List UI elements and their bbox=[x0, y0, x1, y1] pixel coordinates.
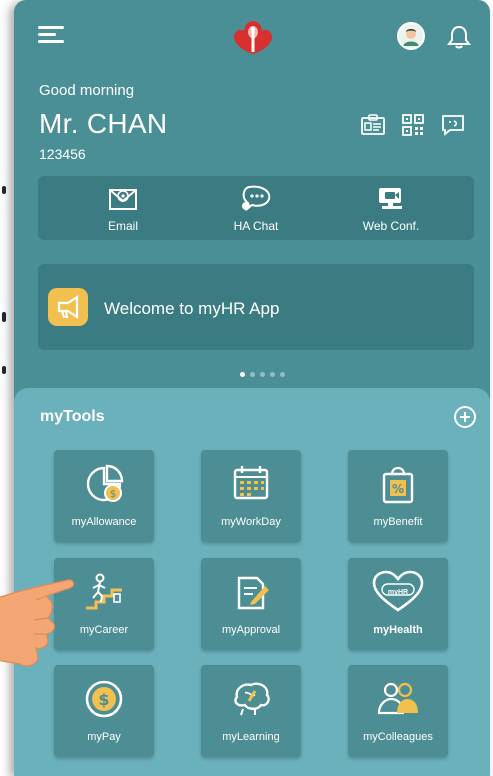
top-bar bbox=[14, 0, 490, 70]
greeting-text: Good morning bbox=[39, 82, 135, 99]
benefit-bag-icon: % bbox=[382, 466, 414, 504]
qr-code-icon[interactable] bbox=[400, 114, 426, 136]
tool-label: myPay bbox=[87, 731, 121, 743]
svg-text:$: $ bbox=[110, 489, 116, 500]
tool-tile-health[interactable]: myHR myHealth bbox=[348, 558, 448, 650]
tool-label: myHealth bbox=[373, 624, 423, 636]
tool-tile-workday[interactable]: myWorkDay bbox=[201, 450, 301, 542]
carousel-dot[interactable] bbox=[270, 372, 275, 377]
feedback-chat-icon[interactable] bbox=[440, 114, 466, 136]
email-button[interactable]: Email bbox=[68, 176, 178, 240]
carousel-dots[interactable] bbox=[240, 364, 290, 377]
tool-label: myApproval bbox=[221, 624, 281, 636]
banner-text: Welcome to myHR App bbox=[104, 299, 280, 318]
mail-icon bbox=[109, 189, 137, 210]
tool-label: myColleagues bbox=[363, 731, 433, 743]
megaphone-icon bbox=[48, 288, 88, 326]
carousel-dot[interactable] bbox=[240, 372, 245, 377]
id-card-icon[interactable] bbox=[360, 114, 386, 136]
health-heart-text: myHR bbox=[387, 589, 409, 596]
hospital-authority-logo bbox=[234, 21, 272, 54]
tool-tile-allowance[interactable]: $ myAllowance bbox=[54, 450, 154, 542]
colleagues-icon bbox=[377, 682, 418, 715]
calendar-icon bbox=[233, 466, 269, 500]
approval-doc-icon bbox=[237, 576, 269, 610]
pay-coin-icon: $ bbox=[85, 680, 123, 718]
background-page-fragment bbox=[2, 186, 6, 194]
tool-tile-benefit[interactable]: % myBenefit bbox=[348, 450, 448, 542]
bell-icon[interactable] bbox=[446, 24, 472, 50]
tool-label: myLearning bbox=[222, 731, 280, 743]
allowance-icon: $ bbox=[86, 464, 124, 502]
tool-label: myBenefit bbox=[373, 516, 423, 528]
background-page-fragment bbox=[2, 312, 6, 322]
email-label: Email bbox=[107, 219, 138, 233]
add-tool-icon[interactable] bbox=[454, 406, 476, 428]
tool-label: myWorkDay bbox=[221, 516, 281, 528]
quick-actions-bar: Email HA Chat Web Conf. bbox=[38, 176, 474, 240]
carousel-dot[interactable] bbox=[260, 372, 265, 377]
ha-chat-button[interactable]: HA Chat bbox=[201, 176, 311, 240]
tool-tile-pay[interactable]: $ myPay bbox=[54, 665, 154, 757]
background-page-fragment bbox=[2, 366, 6, 374]
menu-icon[interactable] bbox=[38, 26, 64, 44]
career-stairs-icon bbox=[86, 573, 122, 610]
web-conf-label: Web Conf. bbox=[362, 219, 420, 233]
tool-tile-learning[interactable]: myLearning bbox=[201, 665, 301, 757]
tool-tile-approval[interactable]: myApproval bbox=[201, 558, 301, 650]
ha-chat-label: HA Chat bbox=[233, 219, 279, 233]
profile-avatar[interactable] bbox=[397, 22, 425, 50]
tool-tile-colleagues[interactable]: myColleagues bbox=[348, 665, 448, 757]
tools-title: myTools bbox=[40, 408, 105, 425]
carousel-dot[interactable] bbox=[250, 372, 255, 377]
carousel-dot[interactable] bbox=[280, 372, 285, 377]
web-conf-button[interactable]: Web Conf. bbox=[336, 176, 446, 240]
chat-icon bbox=[242, 185, 271, 212]
staff-id: 123456 bbox=[39, 146, 86, 162]
pointing-hand-icon bbox=[0, 579, 75, 667]
svg-text:%: % bbox=[392, 482, 404, 496]
svg-text:$: $ bbox=[98, 690, 109, 709]
learning-brain-icon bbox=[234, 682, 270, 716]
video-conference-icon bbox=[379, 188, 402, 209]
user-name: Mr. CHAN bbox=[39, 108, 168, 139]
tool-label: myAllowance bbox=[71, 516, 137, 528]
welcome-banner[interactable]: Welcome to myHR App bbox=[38, 264, 474, 350]
